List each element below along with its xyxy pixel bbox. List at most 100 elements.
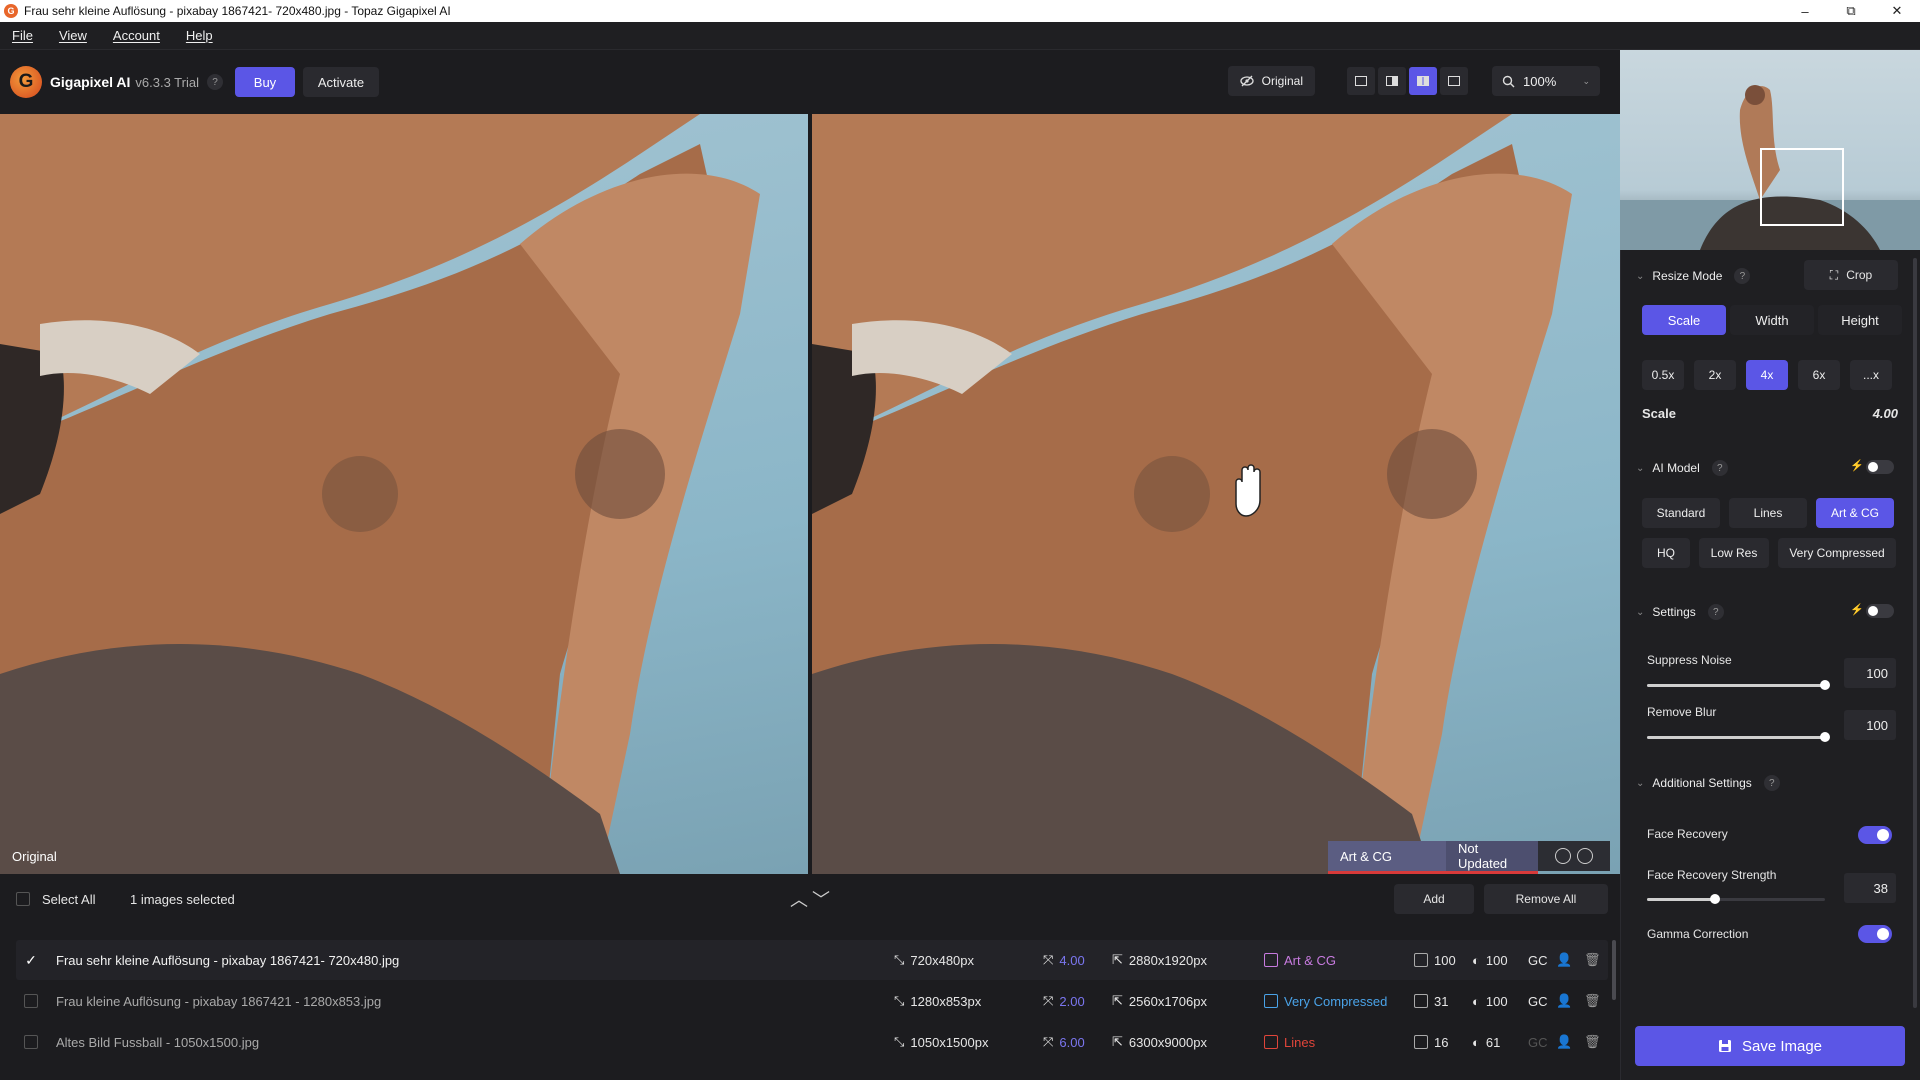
toolbar: G Gigapixel AI v6.3.3 Trial ? Buy Activa… xyxy=(0,50,1620,114)
preview-photo xyxy=(812,114,1572,874)
close-button[interactable]: ✕ xyxy=(1874,0,1920,22)
menu-account[interactable]: Account xyxy=(113,28,160,43)
face-compare-icon[interactable] xyxy=(1577,848,1593,864)
model-low-res-button[interactable]: Low Res xyxy=(1699,538,1769,568)
additional-settings-header[interactable]: ⌄ Additional Settings ? xyxy=(1636,775,1780,791)
viewport-box[interactable] xyxy=(1760,148,1844,226)
chevron-down-icon[interactable]: ﹀ xyxy=(812,886,830,912)
remove-blur-slider[interactable] xyxy=(1647,732,1830,742)
slider-knob[interactable] xyxy=(1820,680,1830,690)
resize-mode-header[interactable]: ⌄ Resize Mode ? xyxy=(1636,268,1751,284)
suppress-noise-input[interactable]: 100 xyxy=(1844,658,1896,688)
settings-header[interactable]: ⌄ Settings ? xyxy=(1636,604,1724,620)
scale-value[interactable]: 4.00 xyxy=(1860,406,1898,421)
save-image-button[interactable]: Save Image xyxy=(1635,1026,1905,1066)
table-row[interactable]: Altes Bild Fussball - 1050x1500.jpg ⤡ 105… xyxy=(16,1022,1608,1062)
chevron-down-icon: ⌄ xyxy=(1636,462,1645,474)
scale-custom-button[interactable]: ...x xyxy=(1850,360,1892,390)
row-checkbox[interactable] xyxy=(24,994,38,1008)
additional-settings-title: Additional Settings xyxy=(1652,776,1752,790)
scale-value: 6.00 xyxy=(1059,1034,1085,1050)
buy-button[interactable]: Buy xyxy=(234,67,295,97)
model-lines-button[interactable]: Lines xyxy=(1729,498,1807,528)
face-icon[interactable] xyxy=(1555,848,1571,864)
grid-view-icon xyxy=(1448,76,1460,86)
table-row[interactable]: Frau kleine Auflösung - pixabay 1867421 … xyxy=(16,981,1608,1021)
trash-icon[interactable]: 🗑 xyxy=(1584,1034,1601,1050)
tab-width[interactable]: Width xyxy=(1730,305,1814,335)
add-button[interactable]: Add xyxy=(1394,884,1474,914)
panel-scrollbar[interactable] xyxy=(1913,258,1917,1008)
model-art-cg-button[interactable]: Art & CG xyxy=(1816,498,1894,528)
trash-icon[interactable]: 🗑 xyxy=(1584,952,1601,968)
model-tag: Art & CG xyxy=(1328,841,1446,871)
tab-scale[interactable]: Scale xyxy=(1642,305,1726,335)
tab-height[interactable]: Height xyxy=(1818,305,1902,335)
select-all-label[interactable]: Select All xyxy=(42,892,95,907)
list-scrollbar[interactable] xyxy=(1612,940,1616,1000)
menu-bar: File View Account Help xyxy=(0,22,1920,50)
view-split-button[interactable] xyxy=(1378,67,1406,95)
save-icon xyxy=(1718,1040,1731,1052)
remove-blur-input[interactable]: 100 xyxy=(1844,710,1896,740)
help-icon[interactable]: ? xyxy=(1711,460,1728,476)
face-recovery-strength-slider[interactable] xyxy=(1647,894,1825,904)
settings-auto-toggle[interactable] xyxy=(1866,604,1894,618)
gc-label: GC xyxy=(1528,952,1548,968)
scale-2x-button[interactable]: 2x xyxy=(1694,360,1736,390)
model-standard-button[interactable]: Standard xyxy=(1642,498,1720,528)
menu-help[interactable]: Help xyxy=(186,28,213,43)
row-checkbox[interactable]: ✓ xyxy=(24,953,38,967)
expand-icon: ⤧ xyxy=(1043,993,1054,1008)
blur-icon: ◐ xyxy=(1472,993,1480,1009)
view-side-by-side-button[interactable] xyxy=(1409,67,1437,95)
menu-view[interactable]: View xyxy=(59,28,87,43)
remove-all-button[interactable]: Remove All xyxy=(1484,884,1608,914)
trash-icon[interactable]: 🗑 xyxy=(1584,993,1601,1009)
face-recovery-toggle[interactable] xyxy=(1858,826,1892,844)
view-single-button[interactable] xyxy=(1347,67,1375,95)
preview-image-pane[interactable]: Art & CG Not Updated xyxy=(812,114,1620,874)
image-viewer[interactable]: Original Art & CG Not Updated xyxy=(0,114,1620,874)
slider-knob[interactable] xyxy=(1709,894,1720,904)
help-icon[interactable]: ? xyxy=(1734,268,1751,284)
chevron-up-icon[interactable]: ︿ xyxy=(790,886,808,912)
model-hq-button[interactable]: HQ xyxy=(1642,538,1690,568)
select-all-checkbox[interactable] xyxy=(16,892,30,906)
original-toggle-button[interactable]: Original xyxy=(1227,66,1315,96)
minimize-button[interactable]: – xyxy=(1782,0,1828,22)
original-image-pane[interactable]: Original xyxy=(0,114,808,874)
help-icon[interactable]: ? xyxy=(1707,604,1724,620)
ai-model-auto-toggle[interactable] xyxy=(1866,460,1894,474)
ai-model-header[interactable]: ⌄ AI Model ? xyxy=(1636,460,1728,476)
maximize-button[interactable]: ⧉ xyxy=(1828,0,1874,22)
navigator-thumbnail[interactable] xyxy=(1620,50,1920,250)
face-recovery-strength-input[interactable]: 38 xyxy=(1844,873,1896,903)
menu-file[interactable]: File xyxy=(12,28,33,43)
chevron-down-icon: ⌄ xyxy=(1636,777,1645,789)
gamma-correction-toggle[interactable] xyxy=(1858,925,1892,943)
selected-count: 1 images selected xyxy=(130,892,235,907)
model-very-compressed-button[interactable]: Very Compressed xyxy=(1778,538,1896,568)
original-photo xyxy=(0,114,760,874)
blur-icon: ◐ xyxy=(1472,952,1480,968)
scale-0-5x-button[interactable]: 0.5x xyxy=(1642,360,1684,390)
resize-icon: ⤡ xyxy=(894,993,905,1008)
zoom-dropdown[interactable]: 100% ⌄ xyxy=(1492,66,1600,96)
view-grid-button[interactable] xyxy=(1440,67,1468,95)
scale-6x-button[interactable]: 6x xyxy=(1798,360,1840,390)
noise-value: 16 xyxy=(1434,1034,1449,1050)
slider-knob[interactable] xyxy=(1820,732,1830,742)
art-cg-icon xyxy=(1264,953,1278,967)
scale-presets: 0.5x 2x 4x 6x ...x xyxy=(1642,360,1892,390)
table-row[interactable]: ✓ Frau sehr kleine Auflösung - pixabay 1… xyxy=(16,940,1608,980)
activate-button[interactable]: Activate xyxy=(302,67,379,97)
help-icon[interactable]: ? xyxy=(206,74,223,90)
blur-value: 100 xyxy=(1485,993,1508,1009)
row-checkbox[interactable] xyxy=(24,1035,38,1049)
scale-4x-button[interactable]: 4x xyxy=(1746,360,1788,390)
help-icon[interactable]: ? xyxy=(1763,775,1780,791)
crop-button[interactable]: ⛶ Crop xyxy=(1804,260,1898,290)
suppress-noise-slider[interactable] xyxy=(1647,680,1830,690)
chevron-down-icon: ⌄ xyxy=(1636,606,1645,618)
